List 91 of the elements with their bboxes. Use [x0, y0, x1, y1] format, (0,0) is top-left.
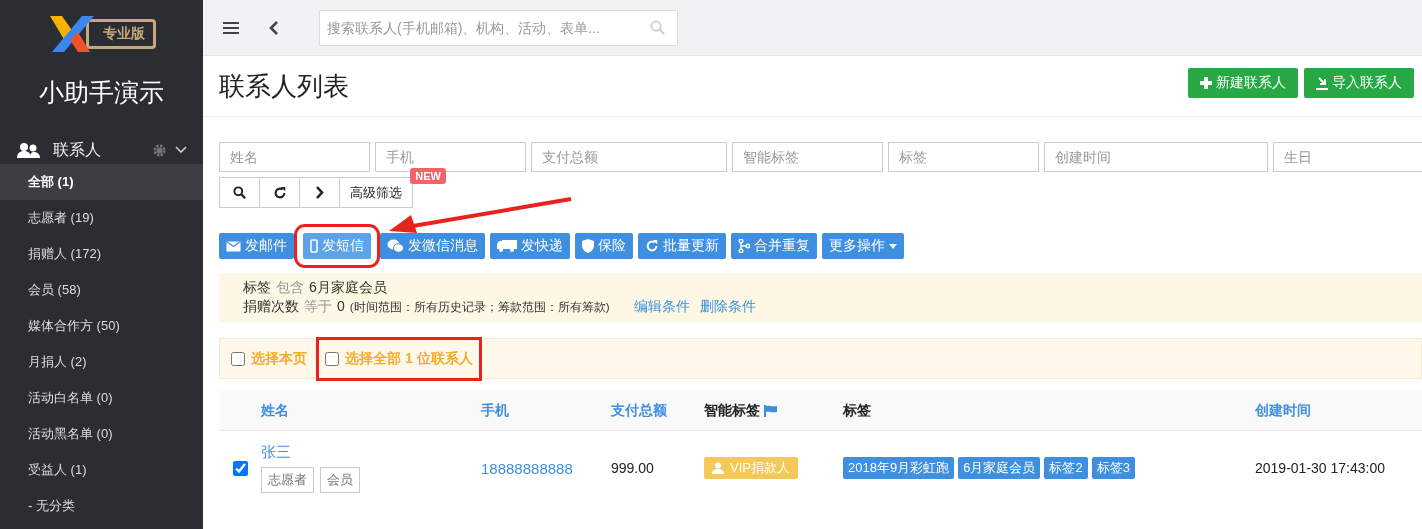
caret-icon: [889, 243, 897, 249]
sidebar-item[interactable]: 月捐人 (2): [0, 344, 203, 380]
page-action-button[interactable]: 新建联系人: [1188, 68, 1298, 98]
refresh-button[interactable]: [259, 177, 300, 208]
checkbox[interactable]: [231, 351, 245, 366]
select-option[interactable]: 选择本页: [222, 336, 316, 381]
branch-icon: [738, 239, 750, 253]
user-icon: [712, 462, 724, 474]
condition-value: 0: [337, 298, 345, 314]
page-action-button[interactable]: 导入联系人: [1304, 68, 1414, 98]
sidebar-item[interactable]: 媒体合作方 (50): [0, 308, 203, 344]
tag: 标签2: [1044, 457, 1088, 479]
search-button[interactable]: [219, 177, 260, 208]
app-title: 小助手演示: [38, 77, 165, 108]
action-button[interactable]: 批量更新: [638, 233, 726, 259]
advanced-filter-button[interactable]: 高级筛选: [339, 177, 413, 208]
column-header[interactable]: 标签: [843, 401, 1255, 420]
phone-icon: [310, 239, 318, 253]
condition-note: (时间范围：所有历史记录；筹款范围：所有筹款): [349, 300, 610, 315]
phone-link[interactable]: 18888888888: [481, 459, 573, 477]
row-checkbox[interactable]: [232, 460, 248, 476]
menu-icon[interactable]: [223, 21, 239, 34]
smart-tag: VIP捐款人: [704, 457, 798, 479]
action-button[interactable]: 发快递: [490, 233, 570, 259]
back-icon[interactable]: [269, 20, 279, 35]
action-button[interactable]: 发微信消息: [380, 233, 485, 259]
sidebar-item[interactable]: - 无分类: [0, 488, 203, 524]
group-tag: 志愿者: [261, 467, 314, 493]
search-icon: [233, 186, 246, 199]
edition-badge: 专业版: [85, 19, 156, 49]
refresh-icon: [645, 239, 659, 253]
refresh-icon: [272, 185, 287, 200]
filter-field[interactable]: 手机: [375, 142, 526, 172]
table-cell-text: 999.00: [611, 460, 655, 476]
action-button[interactable]: 发短信: [303, 233, 371, 259]
action-button[interactable]: 更多操作: [822, 233, 904, 259]
column-header[interactable]: 智能标签: [704, 401, 843, 420]
sidebar-item[interactable]: 活动黑名单 (0): [0, 416, 203, 452]
import-icon: [1316, 76, 1328, 90]
column-header[interactable]: 创建时间: [1255, 401, 1422, 420]
section-label[interactable]: 联系人: [53, 139, 140, 161]
next-button[interactable]: [299, 177, 340, 208]
people-icon: [17, 142, 41, 158]
filter-field[interactable]: 标签: [888, 142, 1039, 172]
condition-field: 捐赠次数: [243, 298, 299, 316]
filter-field[interactable]: 智能标签: [732, 142, 883, 172]
filter-field[interactable]: 创建时间: [1044, 142, 1268, 172]
contact-name-link[interactable]: 张三: [261, 443, 291, 462]
checkbox[interactable]: [325, 351, 339, 366]
table-cell-text: 2019-01-30 17:43:00: [1255, 460, 1386, 476]
condition-link[interactable]: 删除条件: [700, 298, 757, 316]
filter-field[interactable]: 生日: [1273, 142, 1422, 172]
condition-field: 标签: [243, 279, 271, 297]
settings-icon[interactable]: [152, 142, 167, 158]
select-label[interactable]: 选择本页: [251, 349, 307, 368]
condition-value: 6月家庭会员: [309, 279, 387, 297]
select-label[interactable]: 选择全部 1 位联系人: [345, 349, 473, 368]
column-header[interactable]: 手机: [481, 401, 611, 420]
sidebar-item[interactable]: 全部 (1): [0, 164, 203, 200]
sidebar-item[interactable]: 受益人 (1): [0, 452, 203, 488]
shield-icon: [582, 239, 594, 253]
page-title: 联系人列表: [219, 69, 350, 103]
sidebar-item[interactable]: 活动白名单 (0): [0, 380, 203, 416]
condition-operator: 包含: [276, 279, 304, 297]
truck-icon: [497, 240, 517, 252]
tag: 6月家庭会员: [958, 457, 1041, 479]
tag: 标签3: [1091, 457, 1135, 479]
sidebar-item[interactable]: 捐赠人 (172): [0, 236, 203, 272]
column-header[interactable]: 支付总额: [611, 401, 704, 420]
filter-field[interactable]: 姓名: [219, 142, 370, 172]
condition-link[interactable]: 编辑条件: [634, 298, 691, 316]
search-field[interactable]: 搜索联系人(手机邮箱)、机构、活动、表单...: [319, 9, 678, 46]
condition-operator: 等于: [304, 298, 332, 316]
select-option[interactable]: 选择全部 1 位联系人: [316, 336, 482, 381]
envelope-icon: [226, 240, 241, 252]
group-tag: 会员: [320, 467, 360, 493]
flag-icon: [764, 404, 778, 417]
chat-bubbles-icon: [387, 239, 404, 253]
column-header[interactable]: 姓名: [261, 401, 481, 420]
sidebar-item[interactable]: 会员 (58): [0, 272, 203, 308]
chevron-icon[interactable]: [175, 146, 187, 154]
new-badge: NEW: [410, 168, 446, 184]
filter-field[interactable]: 支付总额: [531, 142, 727, 172]
action-button[interactable]: 合并重复: [731, 233, 817, 259]
tag: 2018年9月彩虹跑: [843, 457, 955, 479]
sidebar-item[interactable]: 志愿者 (19): [0, 200, 203, 236]
plus-icon: [1200, 77, 1212, 89]
chevron-icon: [315, 186, 324, 199]
search-icon: [650, 19, 665, 35]
action-button[interactable]: 发邮件: [219, 233, 294, 259]
action-button[interactable]: 保险: [575, 233, 633, 259]
